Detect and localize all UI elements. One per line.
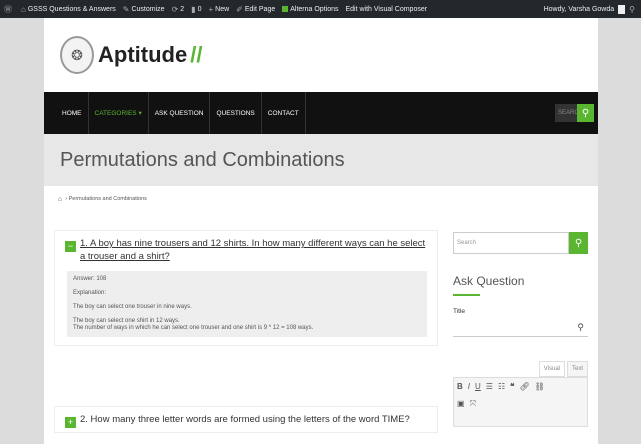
updates-link[interactable]: ⟳ 2 xyxy=(172,5,185,14)
question-card-1: − 1. A boy has nine trousers and 12 shir… xyxy=(54,230,438,346)
logo-emblem-icon[interactable]: ❂ xyxy=(60,36,94,74)
editor-toolbar: B I U ☰ ☷ ❝ 🔗︎ ⛓︎ ▣ ⤧ xyxy=(453,377,588,427)
home-icon[interactable]: ⌂ xyxy=(58,196,62,203)
tab-text[interactable]: Text xyxy=(566,361,588,377)
answer-text: Answer: 108 xyxy=(73,276,107,282)
nav-search: Search ⚲ xyxy=(555,104,594,122)
search-icon: ⚲ xyxy=(581,107,590,119)
avatar[interactable] xyxy=(618,4,626,14)
user-greeting[interactable]: Howdy, Varsha Gowda xyxy=(544,6,615,13)
chevron-down-icon: ▾ xyxy=(138,110,142,117)
wp-admin-bar: Ⓦ ⌂ GSSS Questions & Answers ✎ Customize… xyxy=(0,0,641,18)
sidebar: Search ⚲ Ask Question Title ⚲ Visual Tex… xyxy=(453,232,588,427)
comment-icon: ▮ xyxy=(191,4,196,14)
site-header: ❂ Aptitude // xyxy=(44,18,598,92)
alterna-icon xyxy=(282,6,289,12)
logo-text[interactable]: Aptitude xyxy=(98,42,187,68)
alterna-options-link[interactable]: Alterna Options xyxy=(282,6,338,13)
image-icon[interactable]: ▣ xyxy=(457,399,465,409)
customize-link[interactable]: ✎ Customize xyxy=(123,5,165,14)
expand-toggle-icon[interactable]: + xyxy=(65,417,76,428)
answer-box: Answer: 108 Explanation: The boy can sel… xyxy=(67,271,427,337)
breadcrumb-current: Permutations and Combinations xyxy=(68,196,147,202)
home-icon: ⌂ xyxy=(21,4,26,14)
italic-icon[interactable]: I xyxy=(468,382,470,391)
site-name-link[interactable]: ⌂ GSSS Questions & Answers xyxy=(21,5,116,14)
plus-icon: + xyxy=(208,4,214,14)
brush-icon: ✎ xyxy=(122,4,130,14)
page-container: ❂ Aptitude // Home Categories ▾ Ask Ques… xyxy=(44,18,598,444)
refresh-icon: ⟳ xyxy=(171,4,179,14)
explanation-line-1: The boy can select one trouser in nine w… xyxy=(73,304,192,310)
nav-search-input[interactable]: Search xyxy=(555,104,583,122)
bold-icon[interactable]: B xyxy=(457,382,463,391)
new-link[interactable]: + New xyxy=(208,5,229,14)
wordpress-logo-icon[interactable]: Ⓦ xyxy=(4,4,14,15)
edit-page-link[interactable]: ✐ Edit Page xyxy=(236,5,275,14)
search-icon: ⚲ xyxy=(574,237,583,249)
nav-questions[interactable]: Questions xyxy=(210,92,262,134)
ask-question-heading: Ask Question xyxy=(453,274,525,288)
sidebar-search-input[interactable]: Search xyxy=(453,232,569,254)
link-icon[interactable]: 🔗︎ xyxy=(519,382,529,391)
question-title-2[interactable]: 2. How many three letter words are forme… xyxy=(80,413,410,426)
explanation-line-3: The number of ways in which he can selec… xyxy=(73,325,314,331)
breadcrumb: ⌂ › Permutations and Combinations xyxy=(44,186,598,212)
numbered-list-icon[interactable]: ☷ xyxy=(498,382,505,391)
main-nav: Home Categories ▾ Ask Question Questions… xyxy=(44,92,598,134)
editor-tabs: Visual Text xyxy=(453,361,588,377)
explanation-label: Explanation: xyxy=(73,290,107,296)
sidebar-search: Search ⚲ xyxy=(453,232,588,254)
tab-visual[interactable]: Visual xyxy=(538,361,565,377)
question-title-1[interactable]: 1. A boy has nine trousers and 12 shirts… xyxy=(80,237,431,263)
search-icon: ⚲ xyxy=(577,322,584,332)
page-title: Permutations and Combinations xyxy=(60,148,345,171)
nav-categories[interactable]: Categories ▾ xyxy=(89,92,149,134)
bullet-list-icon[interactable]: ☰ xyxy=(486,382,493,391)
blockquote-icon[interactable]: ❝ xyxy=(510,382,514,391)
heading-underline xyxy=(453,294,480,296)
nav-search-button[interactable]: ⚲ xyxy=(577,104,594,122)
unlink-icon[interactable]: ⛓︎ xyxy=(535,382,545,391)
title-label: Title xyxy=(453,308,466,315)
nav-ask-question[interactable]: Ask Question xyxy=(149,92,211,134)
sidebar-search-button[interactable]: ⚲ xyxy=(569,232,588,254)
question-card-2: + 2. How many three letter words are for… xyxy=(54,406,438,433)
visual-composer-link[interactable]: Edit with Visual Composer xyxy=(345,6,427,13)
search-icon[interactable]: ⚲ xyxy=(629,5,635,14)
nav-contact[interactable]: Contact xyxy=(262,92,306,134)
fullscreen-icon[interactable]: ⤧ xyxy=(470,399,476,409)
explanation-line-2: The boy can select one shirt in 12 ways. xyxy=(73,318,180,324)
page-title-bar: Permutations and Combinations xyxy=(44,134,598,186)
collapse-toggle-icon[interactable]: − xyxy=(65,241,76,252)
title-input[interactable]: ⚲ xyxy=(453,319,588,337)
comments-link[interactable]: ▮ 0 xyxy=(191,5,201,14)
pencil-icon: ✐ xyxy=(236,4,243,14)
underline-icon[interactable]: U xyxy=(475,382,481,391)
logo-slash: // xyxy=(190,42,203,67)
nav-home[interactable]: Home xyxy=(56,92,89,134)
